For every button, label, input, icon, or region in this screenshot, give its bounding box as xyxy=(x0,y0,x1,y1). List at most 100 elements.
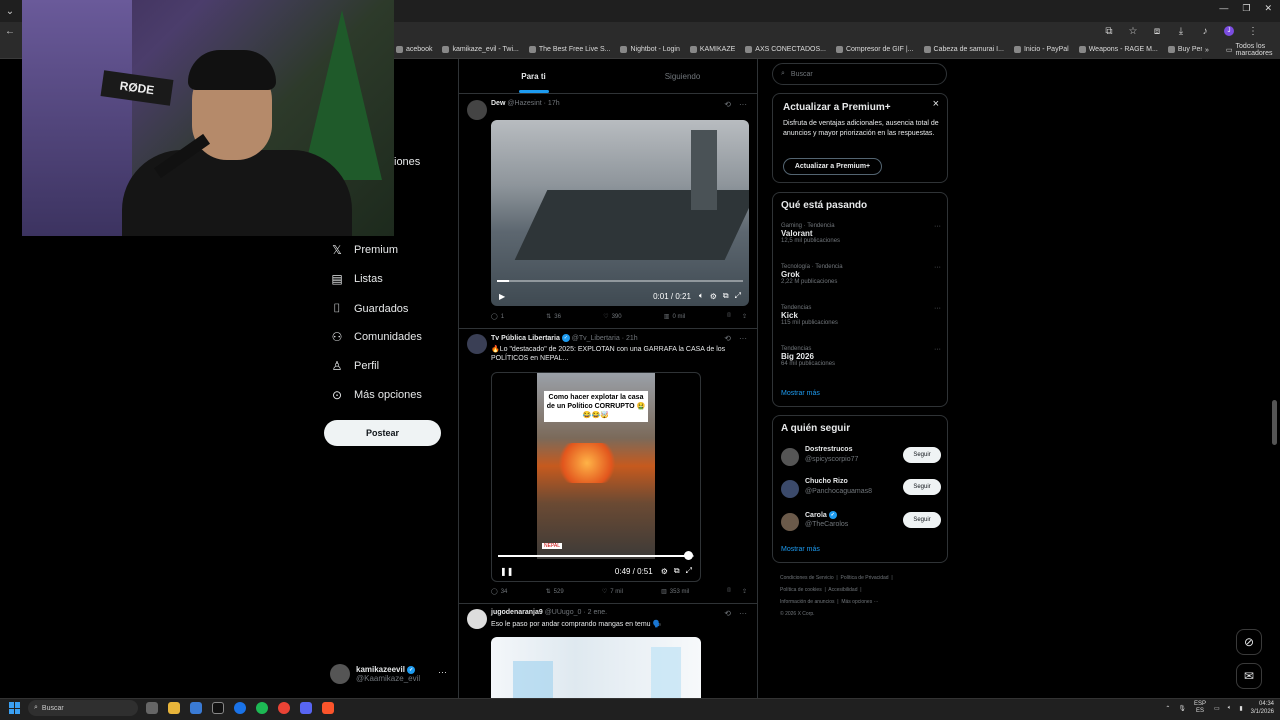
bookmark-icon[interactable]: ⌷ xyxy=(727,588,731,595)
spotify-icon[interactable] xyxy=(256,702,268,714)
views-button[interactable]: ▥ 0 mil xyxy=(664,313,685,321)
browser-app-icon[interactable] xyxy=(278,702,290,714)
repost-button[interactable]: ⇅ 529 xyxy=(546,588,564,596)
microphone-icon[interactable]: 🎙︎ xyxy=(1178,705,1186,712)
grok-icon[interactable]: ⟲ xyxy=(724,100,731,109)
tweet-time[interactable]: · 21h xyxy=(622,335,638,342)
reply-button[interactable]: ◯ 1 xyxy=(491,313,504,321)
bookmark-item[interactable]: Nightbot - Login xyxy=(620,46,680,53)
fullscreen-icon[interactable]: ⤢ xyxy=(686,566,692,576)
settings-icon[interactable]: ⚙︎ xyxy=(710,292,717,301)
battery-icon[interactable]: ▮ xyxy=(1239,705,1242,712)
avatar[interactable] xyxy=(467,609,487,629)
play-icon[interactable]: ▶ xyxy=(499,292,505,301)
trend-item[interactable]: Gaming · Tendencia Valorant 12,5 mil publi… xyxy=(781,223,941,244)
bookmark-item[interactable]: AXS CONECTADOS... xyxy=(745,46,826,53)
tweet[interactable]: jugodenaranja9 @UUugo_0 · 2 ene. ⟲ ··· Es… xyxy=(459,605,757,699)
bookmark-item[interactable]: Cabeza de samurai I... xyxy=(923,46,1004,53)
footer-link[interactable]: Accesibilidad xyxy=(828,587,857,593)
chrome-icon[interactable] xyxy=(234,702,246,714)
trend-item[interactable]: Tendencias Big 2026 64 mil publicaciones ··… xyxy=(781,346,941,367)
follow-suggestion[interactable]: Carola ✓ @TheCarolos Seguir xyxy=(781,511,941,537)
account-switcher[interactable]: kamikazeevil ✓ @Kaamikaze_evil ··· xyxy=(330,660,450,688)
footer-link[interactable]: Política de Privacidad xyxy=(841,575,889,581)
scrollbar[interactable] xyxy=(1272,400,1277,445)
trend-more-icon[interactable]: ··· xyxy=(934,305,941,312)
video-player[interactable]: ▶ 0:01 / 0:21 🔈︎ ⚙︎ ⧉ ⤢ xyxy=(491,120,749,306)
video-player[interactable]: Como hacer explotar la casa de un Políti… xyxy=(491,372,701,582)
discord-icon[interactable] xyxy=(300,702,312,714)
follow-button[interactable]: Seguir xyxy=(903,479,941,495)
terminal-icon[interactable] xyxy=(212,702,224,714)
bookmark-item[interactable]: Weapons - RAGE M... xyxy=(1078,46,1158,53)
clock[interactable]: 04:34 3/1/2026 xyxy=(1251,700,1274,716)
views-button[interactable]: ▥ 353 mil xyxy=(661,588,689,596)
trending-show-more[interactable]: Mostrar más xyxy=(781,390,820,397)
nav-item-guardados[interactable]: ⌷ Guardados xyxy=(330,301,408,316)
tweet-more-icon[interactable]: ··· xyxy=(739,100,747,109)
bookmarks-more-icon[interactable]: » xyxy=(1205,47,1209,54)
footer-link[interactable]: Información de anuncios xyxy=(780,599,834,605)
like-button[interactable]: ♡ 390 xyxy=(603,313,621,321)
menu-icon[interactable]: ⋮ xyxy=(1246,24,1260,38)
account-more-icon[interactable]: ··· xyxy=(438,667,447,677)
tweet-time[interactable]: · 2 ene. xyxy=(583,609,607,616)
bookmark-item[interactable]: KAMIKAZE xyxy=(689,46,735,53)
avatar[interactable] xyxy=(467,334,487,354)
follow-button[interactable]: Seguir xyxy=(903,447,941,463)
reply-button[interactable]: ◯ 34 xyxy=(491,588,507,596)
author-name[interactable]: jugodenaranja9 xyxy=(491,609,543,616)
grok-button[interactable]: ⊘ xyxy=(1236,629,1262,655)
nav-item-mas-opciones[interactable]: ⊙ Más opciones xyxy=(330,388,422,402)
close-icon[interactable]: × xyxy=(933,98,939,110)
brave-icon[interactable] xyxy=(322,702,334,714)
share-icon[interactable]: ⇪ xyxy=(742,313,747,320)
file-explorer-icon[interactable] xyxy=(168,702,180,714)
maximize-icon[interactable]: ❐ xyxy=(1242,3,1250,14)
video-progress[interactable] xyxy=(497,280,743,282)
tweet-more-icon[interactable]: ··· xyxy=(739,609,747,618)
nav-item-perfil[interactable]: ♙ Perfil xyxy=(330,359,379,373)
tweet-media[interactable] xyxy=(491,637,701,699)
pip-icon[interactable]: ⧉ xyxy=(674,566,680,576)
fullscreen-icon[interactable]: ⤢ xyxy=(735,291,741,301)
bookmark-item[interactable]: The Best Free Live S... xyxy=(528,46,610,53)
bookmark-item[interactable]: Compresor de GIF |... xyxy=(835,46,914,53)
media-icon[interactable]: ♪ xyxy=(1198,24,1212,38)
windows-start-icon[interactable] xyxy=(9,702,21,714)
language-indicator[interactable]: ESP ES xyxy=(1194,701,1206,715)
trend-more-icon[interactable]: ··· xyxy=(934,264,941,271)
trend-item[interactable]: Tendencias Kick 115 mil publicaciones ··· xyxy=(781,305,941,326)
back-icon[interactable]: ← xyxy=(3,24,17,38)
footer-link[interactable]: Política de cookies xyxy=(780,587,822,593)
premium-button[interactable]: Actualizar a Premium+ xyxy=(783,158,882,175)
avatar[interactable] xyxy=(781,480,799,498)
video-progress[interactable] xyxy=(498,555,694,557)
tray-chevron-icon[interactable]: ⌃ xyxy=(1165,705,1170,712)
nav-item-listas[interactable]: ▤ Listas xyxy=(330,272,382,286)
tweet[interactable]: Tv Pública Libertaria ✓ @Tv_Libertaria ·… xyxy=(459,330,757,604)
settings-icon[interactable]: ⚙︎ xyxy=(661,567,668,576)
tweet[interactable]: Dew @Hazesint · 17h ⟲ ··· ▶ 0:01 / 0:21 🔈… xyxy=(459,96,757,329)
trend-item[interactable]: Tecnología · Tendencia Grok 2,22 M publica… xyxy=(781,264,941,285)
all-bookmarks[interactable]: » ▭ Todos los marcadores xyxy=(1202,41,1280,59)
task-view-icon[interactable] xyxy=(146,702,158,714)
author-handle[interactable]: @UUugo_0 xyxy=(545,609,582,616)
profile-avatar[interactable]: J xyxy=(1222,24,1236,38)
pip-icon[interactable]: ⧉ xyxy=(723,291,729,301)
follow-show-more[interactable]: Mostrar más xyxy=(781,546,820,553)
footer-link[interactable]: Más opciones ··· xyxy=(841,599,878,605)
minimize-icon[interactable]: — xyxy=(1219,3,1228,14)
nav-item-premium[interactable]: 𝕏 Premium xyxy=(330,243,398,257)
repost-button[interactable]: ⇅ 36 xyxy=(546,313,561,321)
trend-more-icon[interactable]: ··· xyxy=(934,223,941,230)
tweet-time[interactable]: · 17h xyxy=(544,100,560,107)
bookmark-icon[interactable]: ⌷ xyxy=(727,313,731,320)
bookmark-item[interactable]: Inicio - PayPal xyxy=(1013,46,1069,53)
footer-link[interactable]: Condiciones de Servicio xyxy=(780,575,834,581)
author-handle[interactable]: @Hazesint xyxy=(507,100,541,107)
follow-suggestion[interactable]: Dostrestrucos @spicyscorpio77 Seguir xyxy=(781,446,941,472)
grok-icon[interactable]: ⟲ xyxy=(724,609,731,618)
bookmark-item[interactable]: kamikaze_evil - Twi... xyxy=(442,46,519,53)
pause-icon[interactable]: ❚❚ xyxy=(500,567,513,576)
